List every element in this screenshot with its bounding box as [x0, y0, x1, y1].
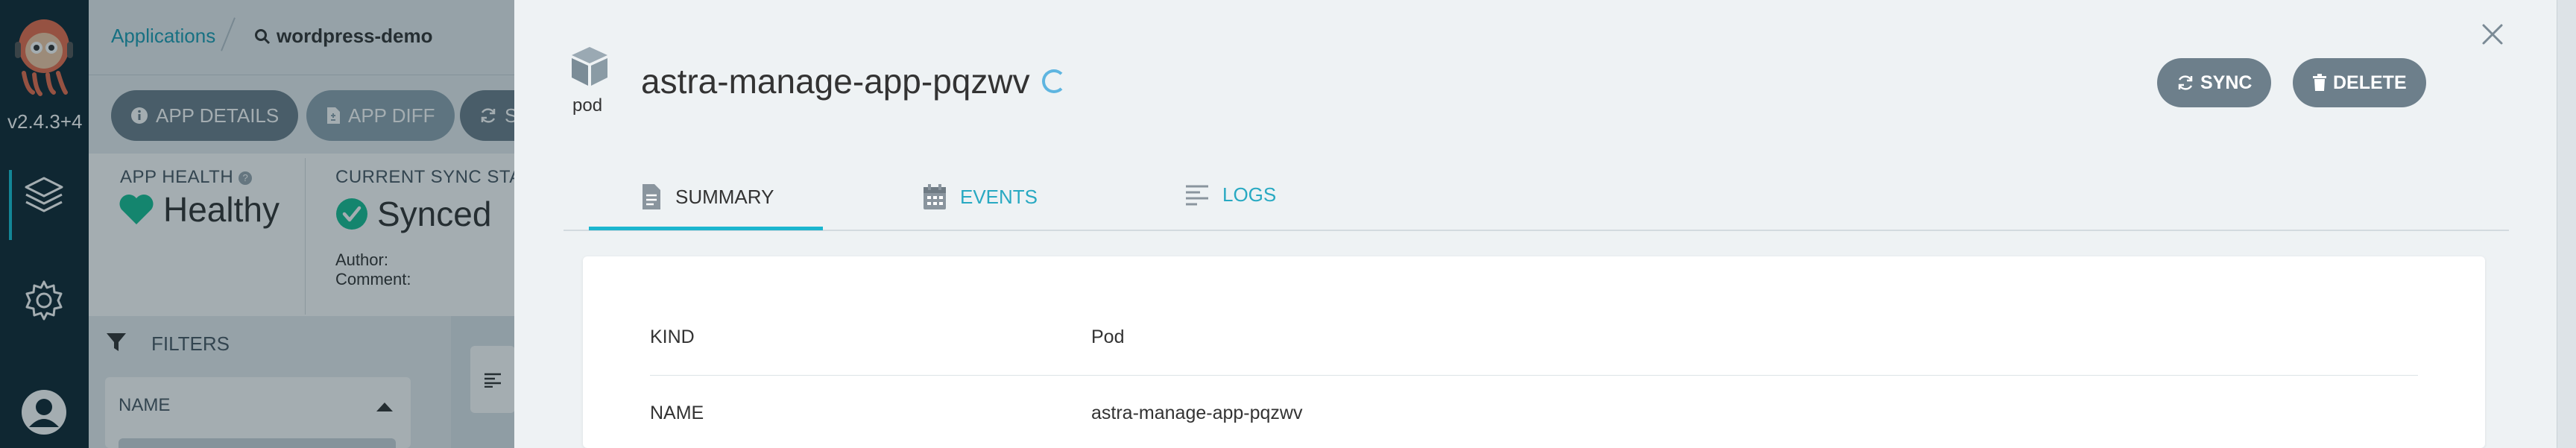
panel-scrollbar[interactable]: [2557, 0, 2576, 448]
close-icon[interactable]: [2478, 19, 2507, 49]
progressing-spinner-icon: [1042, 69, 1066, 93]
tab-events[interactable]: EVENTS: [923, 183, 1038, 210]
tab-events-label: EVENTS: [960, 185, 1038, 208]
summary-row-divider: [650, 375, 2418, 376]
summary-key-name: NAME: [650, 403, 704, 423]
summary-key-kind: KIND: [650, 326, 695, 347]
logs-icon: [1186, 185, 1208, 205]
summary-value-name: astra-manage-app-pqzwv: [1091, 403, 1303, 423]
resource-kind-label: pod: [572, 95, 603, 116]
resource-title: astra-manage-app-pqzwv: [641, 62, 1030, 101]
trash-icon: [2313, 74, 2326, 91]
resource-sync-button[interactable]: SYNC: [2157, 58, 2272, 107]
resource-delete-button[interactable]: DELETE: [2293, 58, 2426, 107]
pod-icon: [572, 47, 607, 86]
tabs-baseline: [564, 230, 2509, 231]
calendar-icon: [924, 184, 946, 209]
summary-value-kind: Pod: [1091, 326, 1125, 347]
sync-icon: [2178, 75, 2193, 90]
document-icon: [643, 184, 660, 209]
active-tab-indicator: [589, 227, 823, 230]
summary-card: [583, 256, 2485, 448]
tab-summary-label: SUMMARY: [675, 185, 774, 208]
resource-sync-label: SYNC: [2200, 72, 2253, 93]
tab-logs-label: LOGS: [1222, 183, 1277, 206]
resource-delete-label: DELETE: [2333, 72, 2407, 93]
tab-logs[interactable]: LOGS: [1185, 183, 1276, 206]
tab-summary[interactable]: SUMMARY: [641, 183, 774, 210]
